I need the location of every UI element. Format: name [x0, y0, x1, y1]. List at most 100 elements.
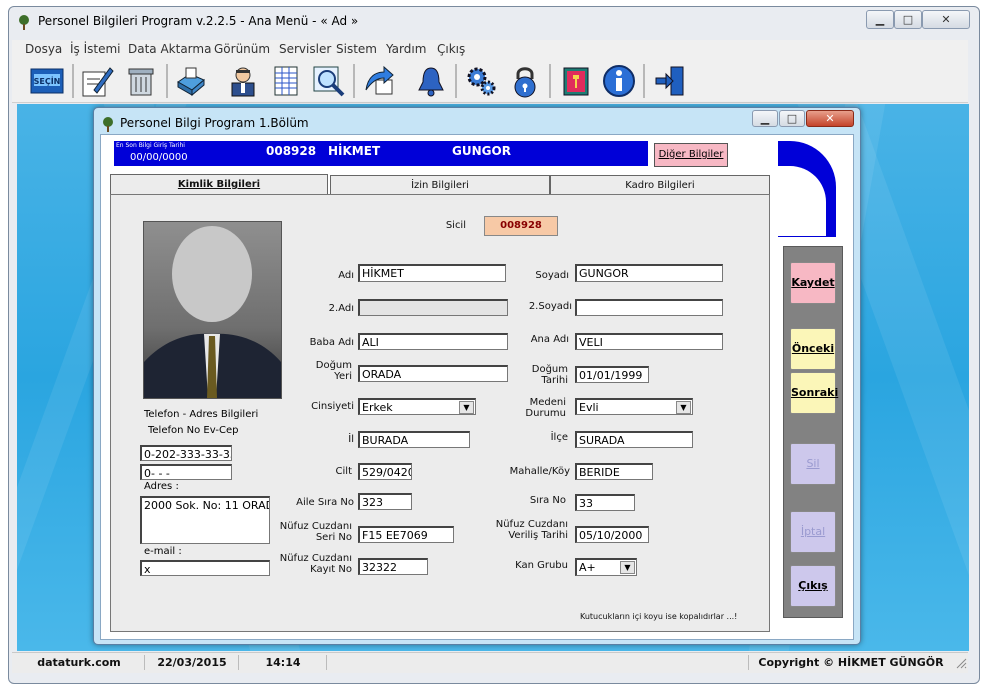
tab-izin-bilgileri[interactable]: İzin Bilgileri — [330, 175, 550, 195]
status-copyright: Copyright © HİKMET GÜNGÖR — [758, 656, 944, 669]
lock-icon — [514, 67, 536, 98]
menu-data-aktarma[interactable]: Data Aktarma — [128, 42, 211, 56]
tab-kadro-bilgileri[interactable]: Kadro Bilgileri — [550, 175, 770, 195]
baba-field[interactable]: ALI — [358, 333, 508, 350]
baba-label: Baba Adı — [309, 337, 354, 348]
export-button[interactable] — [360, 62, 398, 100]
help-button[interactable] — [557, 62, 595, 100]
menu-sistem[interactable]: Sistem — [336, 42, 377, 56]
maximize-icon: □ — [902, 13, 914, 26]
alarm-button[interactable] — [412, 62, 450, 100]
ana-label: Ana Adı — [530, 334, 569, 345]
secin-button[interactable]: SEÇİN — [28, 62, 66, 100]
dogum-tarihi-label: Doğum Tarihi — [531, 364, 568, 386]
search-magnifier-icon — [313, 66, 345, 97]
soyadi2-field[interactable] — [575, 299, 723, 316]
address-label: Adres : — [144, 481, 179, 492]
address-field[interactable]: 2000 Sok. No: 11 ORADA — [140, 496, 270, 544]
kayit-no-label: Nüfuz Cuzdanı Kayıt No — [279, 553, 352, 575]
phone1-field[interactable]: 0-202-333-33-33 — [140, 445, 232, 461]
export-arrow-icon — [365, 65, 394, 95]
info-button[interactable] — [600, 62, 638, 100]
iptal-button[interactable]: İptal — [790, 511, 836, 553]
cilt-field[interactable]: 529/0420 — [358, 463, 412, 480]
sira-field[interactable]: 33 — [575, 494, 635, 511]
menu-is-istemi[interactable]: İş İstemi — [70, 42, 121, 56]
delete-button[interactable] — [122, 62, 160, 100]
form-minimize-button[interactable]: ▁ — [752, 110, 778, 127]
toolbar-separator — [549, 64, 551, 98]
adi2-field[interactable] — [358, 299, 508, 316]
tab-kimlik-bilgileri[interactable]: Kimlik Bilgileri — [110, 174, 328, 195]
menu-dosya[interactable]: Dosya — [25, 42, 62, 56]
kaydet-button[interactable]: Kaydet — [790, 262, 836, 304]
email-field[interactable]: x — [140, 560, 270, 576]
form-maximize-button[interactable]: □ — [779, 110, 805, 127]
sonraki-button[interactable]: Sonraki — [790, 372, 838, 414]
menu-gorunum[interactable]: Görünüm — [214, 42, 270, 56]
settings-button[interactable] — [462, 62, 500, 100]
menu-servisler[interactable]: Servisler — [279, 42, 331, 56]
cinsiyet-select[interactable]: Erkek ▼ — [358, 398, 476, 415]
form-window-icon — [100, 116, 116, 132]
medeni-select[interactable]: Evli ▼ — [575, 398, 693, 415]
close-button[interactable]: ✕ — [922, 10, 970, 29]
app-icon — [16, 14, 32, 30]
email-label: e-mail : — [144, 546, 182, 557]
lock-button[interactable] — [506, 62, 544, 100]
chevron-down-icon: ▼ — [459, 401, 474, 414]
print-button[interactable] — [172, 62, 210, 100]
menu-yardim[interactable]: Yardım — [386, 42, 426, 56]
ilce-label: İlçe — [550, 432, 568, 443]
cikis-button[interactable]: Çıkış — [790, 565, 836, 607]
adi-field[interactable]: HİKMET — [358, 264, 506, 282]
ana-field[interactable]: VELI — [575, 333, 723, 350]
kan-grubu-select[interactable]: A+ ▼ — [575, 558, 637, 576]
phone-heading: Telefon No Ev-Cep — [148, 425, 239, 436]
mahalle-label: Mahalle/Köy — [509, 466, 570, 477]
other-info-button[interactable]: Diğer Bilgiler — [654, 143, 728, 167]
status-site: dataturk.com — [14, 655, 145, 670]
dogum-tarihi-field[interactable]: 01/01/1999 — [575, 366, 649, 383]
kan-grubu-label: Kan Grubu — [515, 560, 568, 571]
soyadi-field[interactable]: GUNGOR — [575, 264, 723, 282]
sil-button[interactable]: Sil — [790, 443, 836, 485]
status-empty — [328, 655, 749, 670]
minimize-button[interactable]: ▁ — [866, 10, 894, 29]
status-date: 22/03/2015 — [146, 655, 239, 670]
soyadi-label: Soyadı — [535, 270, 569, 281]
spreadsheet-button[interactable] — [267, 62, 305, 100]
onceki-button[interactable]: Önceki — [790, 328, 836, 370]
form-close-button[interactable]: ✕ — [806, 110, 854, 127]
toolbar-separator — [72, 64, 74, 98]
svg-text:SEÇİN: SEÇİN — [34, 76, 61, 86]
exit-button[interactable] — [651, 62, 689, 100]
phone2-field[interactable]: 0- - - — [140, 464, 232, 480]
header-name: HİKMET — [328, 144, 381, 158]
personnel-button[interactable] — [224, 62, 262, 100]
maximize-button[interactable]: □ — [894, 10, 922, 29]
aile-sira-field[interactable]: 323 — [358, 493, 412, 510]
verilis-field[interactable]: 05/10/2000 — [575, 526, 649, 543]
kayit-no-field[interactable]: 32322 — [358, 558, 428, 575]
resize-grip-icon[interactable] — [955, 657, 967, 669]
menu-cikis[interactable]: Çıkış — [437, 42, 465, 56]
verilis-label: Nüfuz Cuzdanı Veriliş Tarihi — [495, 519, 568, 541]
minimize-icon: ▁ — [760, 112, 770, 125]
close-icon: ✕ — [825, 112, 835, 125]
dogum-yeri-field[interactable]: ORADA — [358, 365, 508, 382]
edit-button[interactable] — [78, 62, 116, 100]
exit-door-icon — [655, 66, 684, 96]
sicil-label: Sicil — [445, 220, 466, 231]
adi-label: Adı — [338, 270, 354, 281]
il-field[interactable]: BURADA — [358, 431, 470, 448]
ilce-field[interactable]: SURADA — [575, 431, 693, 448]
seri-no-field[interactable]: F15 EE7069 — [358, 526, 454, 543]
window-title: Personel Bilgileri Program v.2.2.5 - Ana… — [38, 14, 359, 28]
search-button[interactable] — [310, 62, 348, 100]
mahalle-field[interactable]: BERIDE — [575, 463, 653, 480]
sira-label: Sıra No — [529, 495, 566, 506]
form-window-title: Personel Bilgi Program 1.Bölüm — [120, 116, 309, 130]
medeni-label: Medeni Durumu — [525, 397, 566, 419]
adi2-label: 2.Adı — [328, 303, 354, 314]
